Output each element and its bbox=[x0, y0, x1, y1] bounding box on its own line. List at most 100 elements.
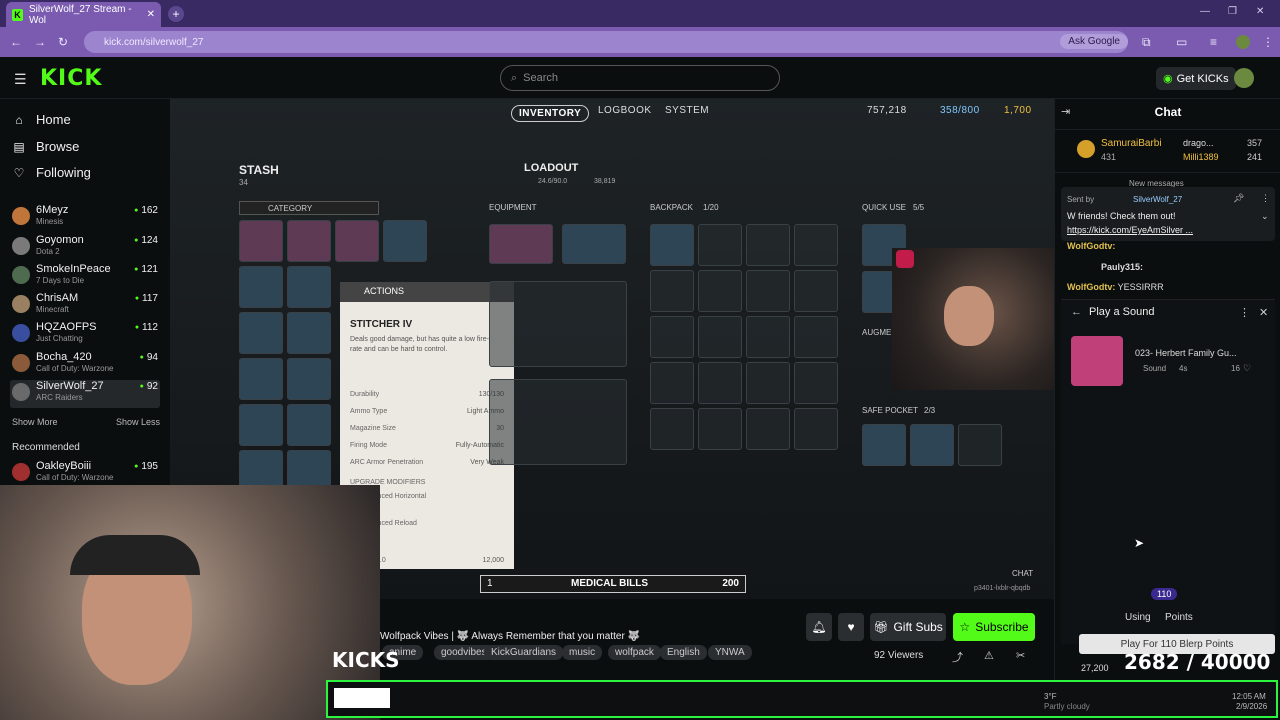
stash-slot bbox=[239, 404, 283, 446]
following-channel[interactable]: HQZAOFPS Just Chatting 112 bbox=[10, 321, 160, 349]
user-avatar[interactable] bbox=[1234, 68, 1254, 88]
stream-tag[interactable]: YNWA bbox=[708, 645, 752, 660]
extensions-icon[interactable]: ⧉ bbox=[1142, 35, 1151, 50]
nav-following[interactable]: ♡ Following bbox=[12, 165, 91, 180]
kicks-coin-icon: ◉ bbox=[1163, 73, 1173, 85]
system-tray: 3°F Partly cloudy 12:05 AM 2/9/2026 bbox=[1024, 690, 1278, 720]
following-channel-selected[interactable]: SilverWolf_27 ARC Raiders 92 bbox=[10, 380, 160, 408]
pinned-more-icon[interactable]: ⋮ bbox=[1261, 193, 1270, 204]
browser-tab[interactable]: K SilverWolf_27 Stream - Wol ✕ bbox=[6, 2, 161, 27]
pinned-sent-by: Sent by bbox=[1067, 195, 1095, 204]
stash-slot bbox=[239, 266, 283, 308]
kick-logo[interactable]: KICK bbox=[40, 66, 102, 91]
channel-viewers: 124 bbox=[134, 235, 158, 246]
follow-button[interactable]: ♥ bbox=[838, 613, 864, 641]
category-dropdown: CATEGORY bbox=[239, 201, 379, 215]
stash-slot bbox=[287, 312, 331, 354]
safepocket-slot bbox=[910, 424, 954, 466]
chat-username[interactable]: Pauly315: bbox=[1101, 262, 1143, 272]
stat-label: ARC Armor Penetration bbox=[350, 459, 424, 466]
points-selector[interactable]: Points bbox=[1165, 612, 1193, 623]
minimize-icon[interactable]: — bbox=[1200, 6, 1210, 17]
following-channel[interactable]: Bocha_420 Call of Duty: Warzone 94 bbox=[10, 351, 160, 379]
sound-thumbnail[interactable] bbox=[1071, 336, 1123, 386]
sound-panel-close-icon[interactable]: ✕ bbox=[1259, 306, 1268, 319]
nav-home[interactable]: ⌂ Home bbox=[12, 112, 71, 127]
following-channel[interactable]: 6Meyz Minesis 162 bbox=[10, 204, 160, 232]
stream-tag[interactable]: wolfpack bbox=[608, 645, 661, 660]
show-more-link[interactable]: Show More bbox=[12, 417, 58, 427]
notification-bell-button[interactable]: 🔔︎ bbox=[806, 613, 832, 641]
channel-name: 6Meyz bbox=[36, 204, 69, 216]
chat-username[interactable]: WolfGodtv: bbox=[1067, 241, 1115, 251]
window-close-icon[interactable]: ✕ bbox=[1256, 6, 1264, 17]
following-channel[interactable]: Goyomon Dota 2 124 bbox=[10, 234, 160, 262]
url-field[interactable]: kick.com/silverwolf_27 Ask Google bbox=[84, 31, 1128, 53]
recommended-channel[interactable]: OakleyBoiii Call of Duty: Warzone 195 bbox=[10, 460, 160, 488]
stat-label: Ammo Type bbox=[350, 408, 388, 415]
profile-avatar[interactable] bbox=[1236, 35, 1250, 49]
safepocket-label: SAFE POCKET bbox=[862, 406, 919, 415]
ask-google-button[interactable]: Ask Google bbox=[1060, 34, 1128, 49]
webcam-overlay-large bbox=[0, 485, 380, 720]
sidepanel-icon[interactable]: ▭ bbox=[1176, 35, 1187, 49]
stream-tag[interactable]: English bbox=[660, 645, 707, 660]
gift-icon: 🎁︎ bbox=[873, 620, 889, 634]
backpack-slot bbox=[794, 270, 838, 312]
play-sound-panel: ← Play a Sound ⋮ ✕ 023- Herbert Family G… bbox=[1061, 299, 1275, 644]
tooltip-item-name: STITCHER IV bbox=[350, 319, 413, 330]
new-tab-button[interactable]: + bbox=[168, 6, 184, 22]
nav-home-label: Home bbox=[36, 112, 71, 127]
stream-tag[interactable]: music bbox=[562, 645, 603, 660]
more-icon[interactable]: ⋮ bbox=[1262, 35, 1274, 49]
stream-tag[interactable]: KickGuardians bbox=[484, 645, 564, 660]
browser-tab-bar: K SilverWolf_27 Stream - Wol ✕ + — ❐ ✕ bbox=[0, 0, 1280, 27]
chevron-down-icon[interactable]: ⌄ bbox=[1261, 211, 1269, 222]
get-kicks-button[interactable]: ◉ Get KICKs bbox=[1156, 67, 1236, 90]
restore-icon[interactable]: ❐ bbox=[1228, 6, 1237, 17]
following-channel[interactable]: ChrisAM Minecraft 117 bbox=[10, 292, 160, 320]
reload-icon[interactable]: ↻ bbox=[58, 35, 68, 49]
stream-title: Wolfpack Vibes | 🐺 Always Remember that … bbox=[380, 631, 641, 642]
channel-avatar bbox=[12, 266, 30, 284]
channel-viewers: 92 bbox=[140, 381, 158, 392]
hamburger-menu-icon[interactable]: ☰ bbox=[14, 71, 27, 88]
stash-slot bbox=[287, 266, 331, 308]
weather-temp: 3°F bbox=[1044, 692, 1057, 701]
tooltip-price: 12,000 bbox=[482, 557, 504, 564]
chat-username[interactable]: WolfGodtv: bbox=[1067, 282, 1115, 292]
url-text: kick.com/silverwolf_27 bbox=[104, 36, 204, 48]
sound-name[interactable]: 023- Herbert Family Gu... bbox=[1135, 348, 1237, 358]
backpack-slot bbox=[650, 224, 694, 266]
back-arrow-icon[interactable]: ← bbox=[1071, 306, 1082, 318]
pinned-link[interactable]: https://kick.com/EyeAmSilver ... bbox=[1067, 225, 1193, 235]
back-icon[interactable]: ← bbox=[10, 35, 22, 49]
tab-close-icon[interactable]: ✕ bbox=[147, 9, 155, 20]
share-icon[interactable]: ⤴ bbox=[952, 649, 963, 665]
following-channel[interactable]: SmokeInPeace 7 Days to Die 121 bbox=[10, 263, 160, 291]
search-icon: ⌕ bbox=[511, 71, 518, 84]
tooltip-actions-label: ACTIONS bbox=[364, 286, 405, 296]
clip-icon[interactable]: ✂ bbox=[1016, 649, 1025, 662]
pin-icon[interactable]: 📌︎ bbox=[1233, 193, 1244, 204]
search-input[interactable]: ⌕ Search bbox=[500, 65, 780, 91]
forward-icon[interactable]: → bbox=[34, 35, 46, 49]
gift-subs-button[interactable]: 🎁︎ Gift Subs bbox=[870, 613, 946, 641]
show-less-link[interactable]: Show Less bbox=[116, 417, 160, 427]
nav-browse[interactable]: ▤ Browse bbox=[12, 139, 79, 154]
browse-icon: ▤ bbox=[13, 139, 25, 154]
augment-label: AUGME bbox=[862, 328, 892, 337]
heart-icon[interactable]: ♡ bbox=[1243, 363, 1251, 374]
stat-label: Firing Mode bbox=[350, 442, 387, 449]
search-placeholder: Search bbox=[523, 72, 559, 84]
pinned-message: Sent by SilverWolf_27 W friends! Check t… bbox=[1061, 187, 1275, 241]
menu-list-icon[interactable]: ≡ bbox=[1210, 35, 1217, 49]
sound-panel-more-icon[interactable]: ⋮ bbox=[1239, 306, 1250, 319]
tooltip-modifier: luced Reload bbox=[376, 520, 417, 527]
backpack-slot bbox=[698, 316, 742, 358]
subscribe-button[interactable]: ☆ Subscribe bbox=[953, 613, 1035, 641]
address-bar-row: ← → ↻ kick.com/silverwolf_27 Ask Google … bbox=[0, 27, 1280, 57]
channel-viewers: 94 bbox=[140, 352, 158, 363]
gift-subs-label: Gift Subs bbox=[893, 620, 943, 634]
report-icon[interactable]: ⚠ bbox=[984, 649, 994, 662]
